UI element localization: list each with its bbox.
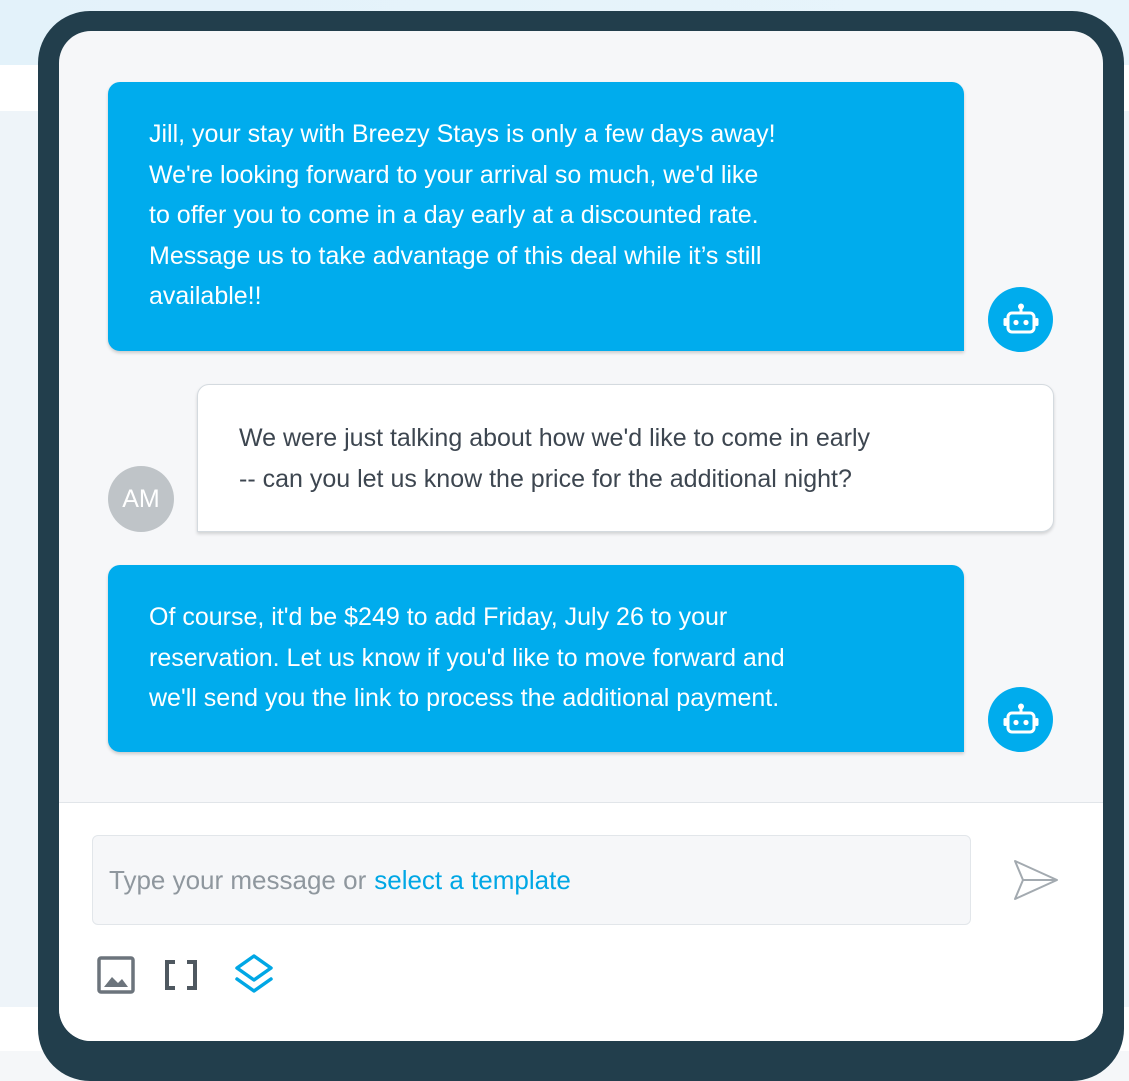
select-template-link[interactable]: select a template [374, 865, 571, 896]
message-line: We were just talking about how we'd like… [239, 424, 871, 452]
user-initials: AM [122, 484, 160, 513]
message-line: reservation. Let us know if you'd like t… [149, 643, 785, 672]
send-icon [1014, 860, 1058, 900]
robot-icon [1003, 303, 1038, 333]
message-line: Message us to take advantage of this dea… [149, 241, 762, 270]
layers-icon [235, 954, 273, 993]
message-line: Jill, your stay with Breezy Stays is onl… [149, 120, 776, 148]
message-line: we'll send you the link to process the a… [149, 684, 780, 712]
message-line: -- can you let us know the price for the… [239, 464, 852, 493]
send-button[interactable] [1012, 858, 1060, 902]
bot-message-bubble: Of course, it'd be $249 to add Friday, J… [108, 565, 964, 752]
message-composer: Type your message or select a template [59, 802, 1103, 1041]
message-line: Of course, it'd be $249 to add Friday, J… [149, 603, 728, 631]
message-line: available!! [149, 282, 262, 310]
message-line: We're looking forward to your arrival so… [149, 160, 759, 189]
bot-avatar [988, 687, 1053, 752]
user-avatar: AM [108, 466, 174, 532]
chat-screen: Jill, your stay with Breezy Stays is onl… [59, 31, 1103, 1041]
bot-avatar [988, 287, 1053, 352]
insert-image-button[interactable] [97, 956, 135, 999]
image-icon [97, 956, 135, 994]
bot-message-bubble: Jill, your stay with Breezy Stays is onl… [108, 82, 964, 351]
robot-icon [1003, 703, 1038, 733]
user-message-bubble: We were just talking about how we'd like… [197, 384, 1054, 532]
templates-button[interactable] [233, 953, 275, 1002]
brackets-icon [165, 960, 197, 990]
input-placeholder: Type your message or [109, 864, 367, 895]
message-line: to offer you to come in a day early at a… [149, 201, 759, 229]
message-input[interactable]: Type your message or select a template [92, 835, 971, 925]
insert-variable-button[interactable] [164, 960, 198, 995]
